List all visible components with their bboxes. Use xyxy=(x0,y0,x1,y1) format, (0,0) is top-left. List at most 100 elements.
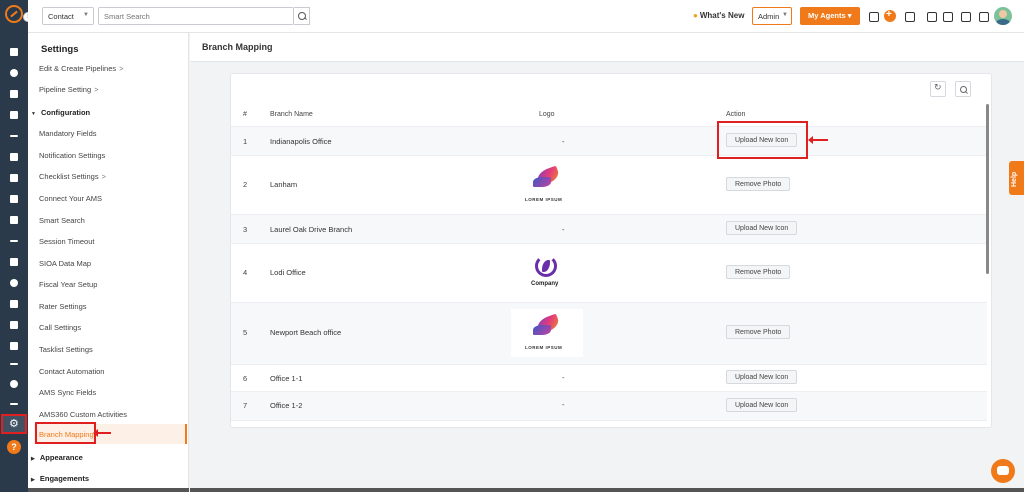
row-number: 4 xyxy=(243,268,248,277)
role-select[interactable]: Admin ▼ xyxy=(752,7,792,25)
sidebar-item-mandatory-fields[interactable]: Mandatory Fields xyxy=(39,129,97,138)
company-logo-icon xyxy=(535,255,557,277)
billing-icon[interactable] xyxy=(8,378,20,390)
table-row xyxy=(231,420,987,427)
sidebar-item-label: Checklist Settings xyxy=(39,172,99,181)
search-icon[interactable] xyxy=(294,7,310,25)
row-number: 5 xyxy=(243,328,248,337)
chevron-right-icon: > xyxy=(119,64,124,73)
upload-new-icon-button[interactable]: Upload New Icon xyxy=(726,398,798,412)
page-title: Branch Mapping xyxy=(202,42,273,52)
sidebar-item-pipeline-setting[interactable]: Pipeline Setting > xyxy=(39,85,99,94)
sidebar-item-smart-search[interactable]: Smart Search xyxy=(39,216,85,225)
reports-icon[interactable] xyxy=(8,151,20,163)
sidebar-item-fiscal-year-setup[interactable]: Fiscal Year Setup xyxy=(39,280,97,289)
logo-caption: Company xyxy=(531,281,559,287)
google-icon[interactable] xyxy=(8,277,20,289)
table-row: 7 Office 1-2 - Upload New Icon xyxy=(231,391,987,420)
chip-icon[interactable] xyxy=(960,11,971,22)
smart-search-input[interactable] xyxy=(98,7,294,25)
dashboard-icon[interactable] xyxy=(8,46,20,58)
flame-icon: ● xyxy=(693,11,698,20)
sidebar-item-checklist-settings[interactable]: Checklist Settings > xyxy=(39,172,106,181)
settings-gear-icon[interactable] xyxy=(1,414,27,434)
row-number: 3 xyxy=(243,225,248,234)
sidebar-item-sioa-data-map[interactable]: SIOA Data Map xyxy=(39,259,91,268)
sidebar-item-tasklist-settings[interactable]: Tasklist Settings xyxy=(39,345,93,354)
search-icon[interactable] xyxy=(955,81,971,97)
sidebar-group-label: Engagements xyxy=(39,474,90,483)
table-scrollbar[interactable] xyxy=(986,104,989,274)
table-row: 4 Lodi Office Company Remove Photo xyxy=(231,243,987,302)
column-header-num: # xyxy=(243,111,247,118)
entity-select[interactable]: Contact ▼ xyxy=(42,7,94,25)
sidebar-item-ams360-custom-activities[interactable]: AMS360 Custom Activities xyxy=(39,410,127,419)
table-row: 5 Newport Beach office LOREM IPSUM Remov… xyxy=(231,302,987,364)
sync-icon[interactable] xyxy=(868,11,879,22)
table-row: 2 Lanham LOREM IPSUM Remove Photo xyxy=(231,155,987,214)
phone-icon[interactable] xyxy=(942,11,953,22)
sidebar-group-appearance[interactable]: ▶ Appearance xyxy=(31,453,83,462)
branch-mapping-card: # Branch Name Logo Action 1 Indianapolis… xyxy=(230,73,992,428)
contacts-icon[interactable] xyxy=(8,67,20,79)
upload-new-icon-button[interactable]: Upload New Icon xyxy=(726,221,798,235)
calculator-icon[interactable] xyxy=(978,11,989,22)
list-icon[interactable] xyxy=(8,130,20,142)
add-icon[interactable] xyxy=(884,9,896,22)
caret-down-icon: ▼ xyxy=(31,111,36,117)
logout-icon[interactable] xyxy=(926,11,937,22)
branch-logo-image: LOREM IPSUM xyxy=(511,161,583,209)
pipeline-icon[interactable] xyxy=(8,109,20,121)
sidebar-group-configuration[interactable]: ▼ Configuration xyxy=(31,108,90,117)
remove-photo-button[interactable]: Remove Photo xyxy=(726,325,791,339)
annotation-arrow xyxy=(808,136,828,144)
remove-photo-button[interactable]: Remove Photo xyxy=(726,177,791,191)
refresh-icon[interactable] xyxy=(930,81,946,97)
trend-icon[interactable] xyxy=(8,398,20,410)
sidebar-item-rater-settings[interactable]: Rater Settings xyxy=(39,302,87,311)
analytics-icon[interactable] xyxy=(8,235,20,247)
help-tab-label: Help xyxy=(1011,171,1018,187)
sidebar-group-label: Appearance xyxy=(39,453,83,462)
branch-name: Indianapolis Office xyxy=(270,137,332,146)
avatar[interactable] xyxy=(994,7,1012,25)
bird-logo-icon xyxy=(531,313,565,341)
notes-icon[interactable] xyxy=(8,214,20,226)
whats-new-link[interactable]: ● What's New xyxy=(693,11,744,20)
sidebar-title: Settings xyxy=(41,44,79,55)
chat-bubble-icon[interactable] xyxy=(991,459,1015,483)
user-status-icon[interactable] xyxy=(904,11,915,22)
documents-icon[interactable] xyxy=(8,88,20,100)
tasks-icon[interactable] xyxy=(8,298,20,310)
branch-name: Lodi Office xyxy=(270,268,306,277)
sidebar-group-label: Configuration xyxy=(40,108,91,117)
upload-new-icon-button[interactable]: Upload New Icon xyxy=(726,370,798,384)
branch-name: Lanham xyxy=(270,180,298,189)
sidebar-scrollbar[interactable] xyxy=(28,488,189,492)
activity-icon[interactable] xyxy=(8,358,20,370)
help-tab[interactable]: Help xyxy=(1009,161,1024,195)
folder-icon[interactable] xyxy=(8,256,20,268)
sidebar-group-engagements[interactable]: ▶ Engagements xyxy=(31,474,89,483)
chevron-down-icon: ▼ xyxy=(782,12,788,18)
sidebar-item-label: Edit & Create Pipelines xyxy=(39,64,117,73)
calendar-icon[interactable] xyxy=(8,319,20,331)
my-agents-button[interactable]: My Agents ▾ xyxy=(800,7,860,25)
horizontal-scrollbar[interactable] xyxy=(190,488,1024,492)
sidebar-item-ams-sync-fields[interactable]: AMS Sync Fields xyxy=(39,388,96,397)
sidebar-item-label: Pipeline Setting xyxy=(39,85,92,94)
entity-select-value: Contact xyxy=(48,12,74,21)
app-logo-icon[interactable] xyxy=(5,5,23,23)
remove-photo-button[interactable]: Remove Photo xyxy=(726,265,791,279)
sidebar-item-edit-create-pipelines[interactable]: Edit & Create Pipelines > xyxy=(39,64,124,73)
filter-icon[interactable] xyxy=(8,172,20,184)
mail-icon[interactable] xyxy=(8,340,20,352)
sidebar-item-notification-settings[interactable]: Notification Settings xyxy=(39,151,105,160)
sidebar-item-call-settings[interactable]: Call Settings xyxy=(39,323,81,332)
caret-right-icon: ▶ xyxy=(31,477,35,483)
help-circle-icon[interactable]: ? xyxy=(7,440,21,454)
inbox-icon[interactable] xyxy=(8,193,20,205)
sidebar-item-session-timeout[interactable]: Session Timeout xyxy=(39,237,94,246)
sidebar-item-contact-automation[interactable]: Contact Automation xyxy=(39,367,104,376)
sidebar-item-connect-your-ams[interactable]: Connect Your AMS xyxy=(39,194,102,203)
